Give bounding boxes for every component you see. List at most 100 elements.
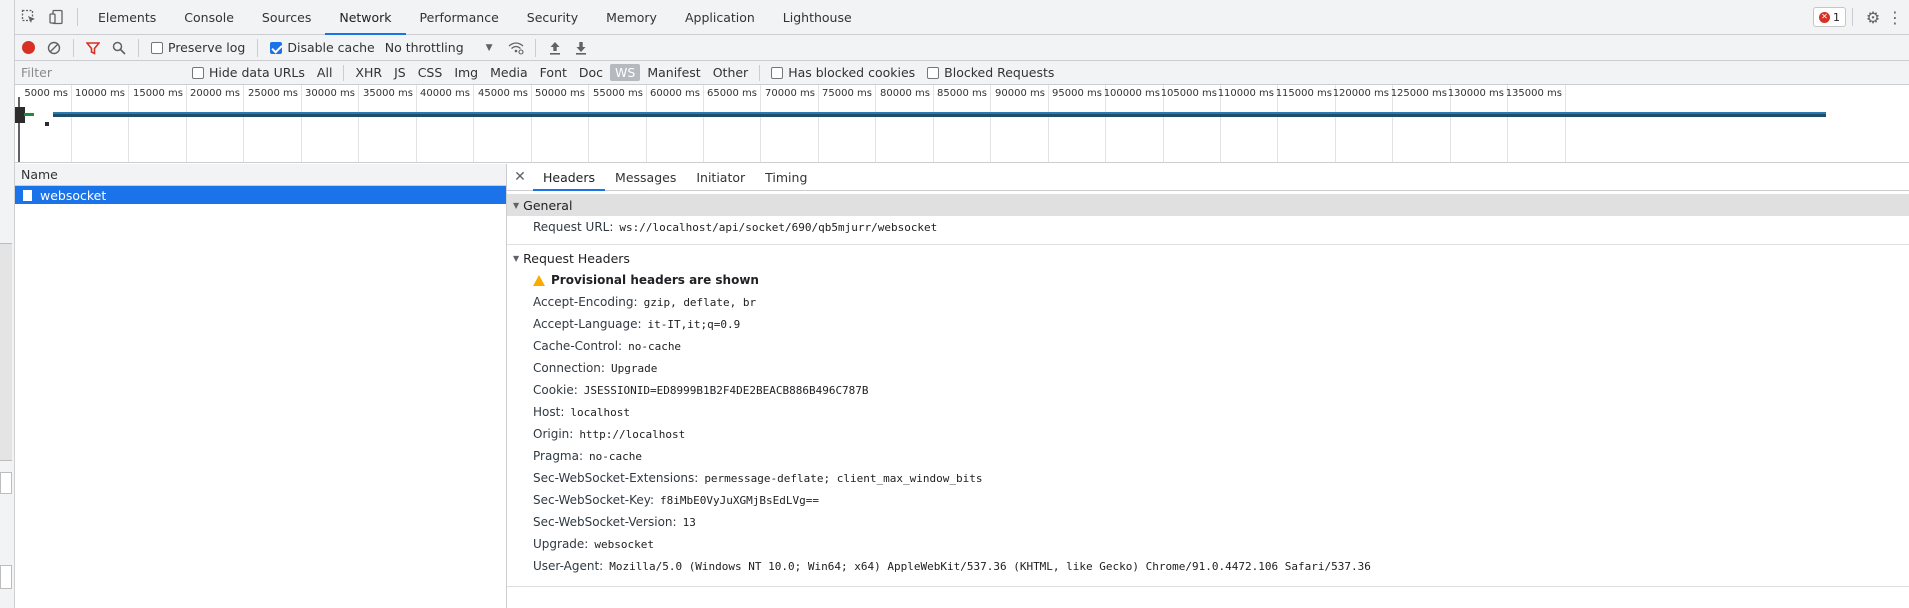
filter-type-xhr[interactable]: XHR (350, 64, 387, 81)
network-overview-timeline[interactable]: 5000 ms 10000 ms 15000 ms 20000 ms 25000 ms 3… (15, 85, 1909, 163)
header-name: Request URL: (533, 220, 614, 234)
tab-security[interactable]: Security (513, 0, 592, 35)
hide-data-urls-label: Hide data URLs (209, 65, 305, 80)
overview-gridline (760, 85, 761, 162)
details-tab-headers[interactable]: Headers (533, 164, 606, 191)
header-value: no-cache (628, 339, 682, 353)
has-blocked-cookies-label: Has blocked cookies (788, 65, 916, 80)
overview-tick-label: 35000 ms (363, 88, 413, 99)
header-value: JSESSIONID=ED8999B1B2F4DE2BEACB886B496C7… (583, 383, 869, 397)
name-column-label: Name (21, 167, 58, 182)
filter-type-font[interactable]: Font (535, 64, 572, 81)
clear-button[interactable] (41, 35, 67, 61)
filter-type-js[interactable]: JS (389, 64, 411, 81)
throttling-select[interactable]: No throttling ▼ (385, 40, 493, 55)
inspect-element-icon[interactable] (15, 0, 43, 35)
filter-type-media[interactable]: Media (485, 64, 533, 81)
overview-gridline (473, 85, 474, 162)
overview-gridline (301, 85, 302, 162)
filter-type-img[interactable]: Img (449, 64, 483, 81)
search-button[interactable] (106, 35, 132, 61)
checkbox-box[interactable] (151, 41, 163, 54)
filter-type-ws[interactable]: WS (610, 64, 641, 81)
request-header-row: Sec-WebSocket-Extensions: permessage-defl… (507, 467, 1909, 489)
tab-console[interactable]: Console (170, 0, 248, 35)
overview-tick-label: 70000 ms (765, 88, 815, 99)
tab-performance[interactable]: Performance (406, 0, 513, 35)
section-divider (507, 244, 1909, 245)
preserve-log-checkbox[interactable]: Preserve log (151, 40, 245, 55)
filter-type-other[interactable]: Other (708, 64, 754, 81)
filter-input[interactable] (18, 62, 186, 83)
overview-gridline (703, 85, 704, 162)
overview-gridline (646, 85, 647, 162)
tab-application[interactable]: Application (671, 0, 769, 35)
overview-tick-label: 95000 ms (1052, 88, 1102, 99)
details-tab-messages[interactable]: Messages (605, 164, 686, 191)
overview-gridline (128, 85, 129, 162)
header-name: Sec-WebSocket-Extensions: (533, 471, 699, 485)
overview-activity-marker (45, 122, 49, 126)
device-toolbar-icon[interactable] (43, 0, 71, 35)
overview-tick-label: 65000 ms (707, 88, 757, 99)
tab-lighthouse[interactable]: Lighthouse (769, 0, 866, 35)
close-icon[interactable]: ✕ (507, 169, 533, 185)
blocked-requests-checkbox[interactable]: Blocked Requests (927, 65, 1054, 80)
header-name: Pragma: (533, 449, 584, 463)
hide-data-urls-checkbox[interactable]: Hide data URLs (192, 65, 305, 80)
tab-memory[interactable]: Memory (592, 0, 671, 35)
network-toolbar: Preserve log Disable cache No throttling… (15, 35, 1909, 61)
header-value: ws://localhost/api/socket/690/qb5mjurr/w… (619, 220, 938, 234)
gear-icon[interactable]: ⚙ (1859, 0, 1887, 35)
header-value: gzip, deflate, br (643, 295, 757, 309)
filter-type-css[interactable]: CSS (413, 64, 448, 81)
filter-toggle-button[interactable] (80, 35, 106, 61)
record-button[interactable] (15, 35, 41, 61)
overview-tick-label: 110000 ms (1217, 88, 1274, 99)
page-gutter (0, 0, 15, 608)
details-tab-initiator[interactable]: Initiator (686, 164, 755, 191)
tab-elements[interactable]: Elements (84, 0, 170, 35)
tab-network[interactable]: Network (325, 0, 406, 35)
header-value: 13 (682, 515, 696, 529)
checkbox-box-checked[interactable] (270, 41, 283, 54)
disable-cache-checkbox[interactable]: Disable cache (270, 40, 375, 55)
has-blocked-cookies-checkbox[interactable]: Has blocked cookies (771, 65, 915, 80)
network-conditions-button[interactable] (503, 35, 529, 61)
request-details-panel: ✕ Headers Messages Initiator Timing ▼ Gener… (507, 164, 1909, 608)
toolbar-divider (534, 38, 536, 57)
blocked-requests-label: Blocked Requests (944, 65, 1055, 80)
filter-type-doc[interactable]: Doc (574, 64, 608, 81)
clear-icon (47, 41, 61, 54)
overview-gridline (818, 85, 819, 162)
filter-type-all[interactable]: All (312, 64, 338, 81)
general-section-header[interactable]: ▼ General (507, 194, 1909, 216)
checkbox-box[interactable] (927, 66, 940, 79)
search-icon (112, 41, 126, 55)
header-name: Host: (533, 405, 565, 419)
throttling-value: No throttling (384, 40, 464, 55)
filter-type-manifest[interactable]: Manifest (642, 64, 705, 81)
gutter-control (0, 565, 12, 589)
request-header-row: Sec-WebSocket-Version: 13 (507, 511, 1909, 533)
checkbox-box[interactable] (771, 66, 784, 79)
import-har-button[interactable] (542, 35, 568, 61)
request-name: websocket (40, 187, 107, 203)
overview-tick-label: 20000 ms (190, 88, 240, 99)
request-header-row: Sec-WebSocket-Key: f8iMbE0VyJuXGMjBsEdLVg… (507, 489, 1909, 511)
error-counter[interactable]: ✕ 1 (1813, 7, 1846, 27)
request-header-row: Connection: Upgrade (507, 357, 1909, 379)
checkbox-box[interactable] (192, 66, 204, 79)
request-headers-section-header[interactable]: ▼ Request Headers (507, 247, 1909, 269)
tab-sources[interactable]: Sources (248, 0, 325, 35)
request-row[interactable]: websocket (15, 186, 506, 204)
header-value: permessage-deflate; client_max_window_bi… (704, 471, 983, 485)
details-tab-timing[interactable]: Timing (755, 164, 817, 191)
overview-gridline (243, 85, 244, 162)
request-header-row: User-Agent: Mozilla/5.0 (Windows NT 10.0;… (507, 555, 1909, 577)
more-options-icon[interactable]: ⋮ (1887, 0, 1903, 35)
overview-tick-label: 85000 ms (937, 88, 987, 99)
name-column-header[interactable]: Name (15, 164, 506, 186)
overview-tick-label: 5000 ms (24, 88, 68, 99)
export-har-button[interactable] (568, 35, 594, 61)
